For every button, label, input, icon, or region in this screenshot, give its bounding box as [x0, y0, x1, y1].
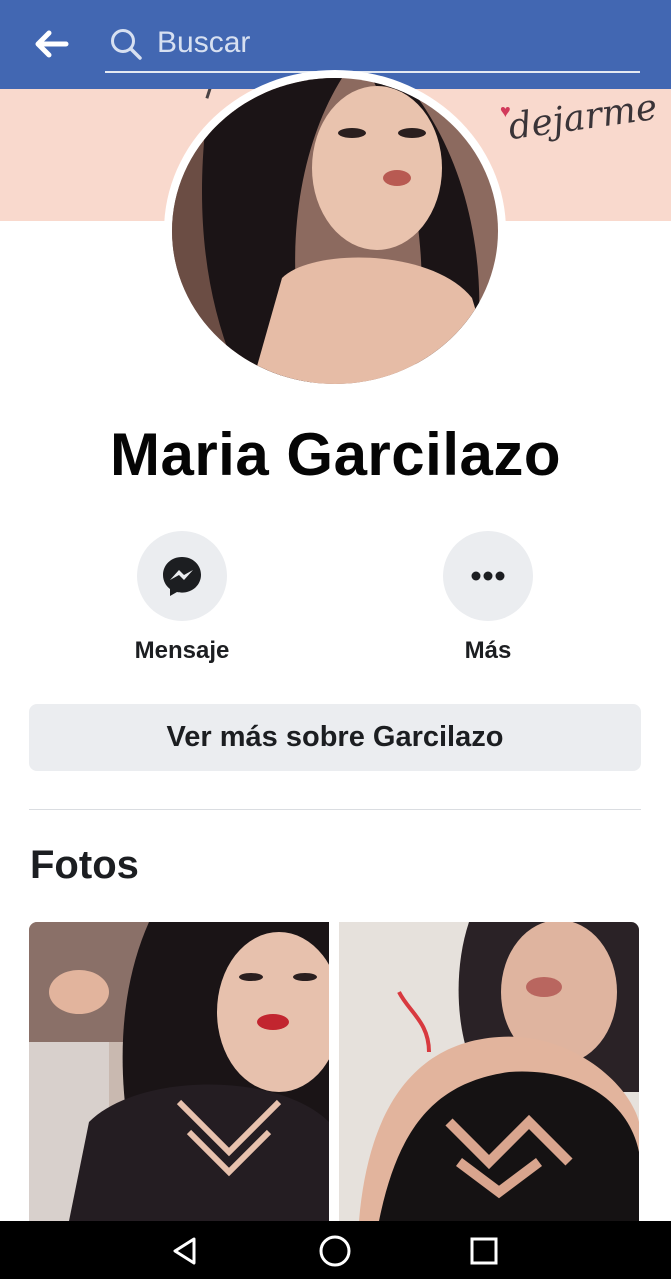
more-label: Más: [464, 637, 512, 664]
search-input[interactable]: [157, 22, 627, 64]
more-dots-icon: [471, 571, 505, 581]
square-recents-icon: [470, 1237, 498, 1265]
circle-home-icon: [319, 1235, 351, 1267]
back-button[interactable]: [28, 24, 76, 64]
message-button-circle[interactable]: [137, 531, 227, 621]
section-divider: [29, 809, 641, 810]
search-icon: [111, 29, 142, 60]
system-navigation-bar: [0, 1221, 671, 1279]
cover-text: dejarme: [505, 89, 660, 149]
profile-picture[interactable]: [164, 70, 506, 392]
system-home-button[interactable]: [305, 1231, 365, 1271]
system-recents-button[interactable]: [454, 1231, 514, 1271]
arrow-left-icon: [35, 30, 69, 58]
photo-thumbnail-2[interactable]: [339, 922, 639, 1221]
see-more-about-button[interactable]: Ver más sobre Garcilazo: [29, 704, 641, 771]
messenger-icon: [163, 557, 201, 596]
triangle-back-icon: [173, 1237, 196, 1265]
search-bar[interactable]: [105, 14, 640, 73]
more-button-circle[interactable]: [443, 531, 533, 621]
photos-section-title: Fotos: [30, 843, 139, 887]
more-button[interactable]: Más: [408, 531, 568, 665]
profile-picture-image: [172, 78, 498, 384]
message-label: Mensaje: [134, 637, 230, 664]
system-back-button[interactable]: [155, 1231, 215, 1271]
profile-name: Maria Garcilazo: [109, 421, 562, 488]
photo-thumbnail-1[interactable]: [29, 922, 329, 1221]
message-button[interactable]: Mensaje: [102, 531, 262, 665]
